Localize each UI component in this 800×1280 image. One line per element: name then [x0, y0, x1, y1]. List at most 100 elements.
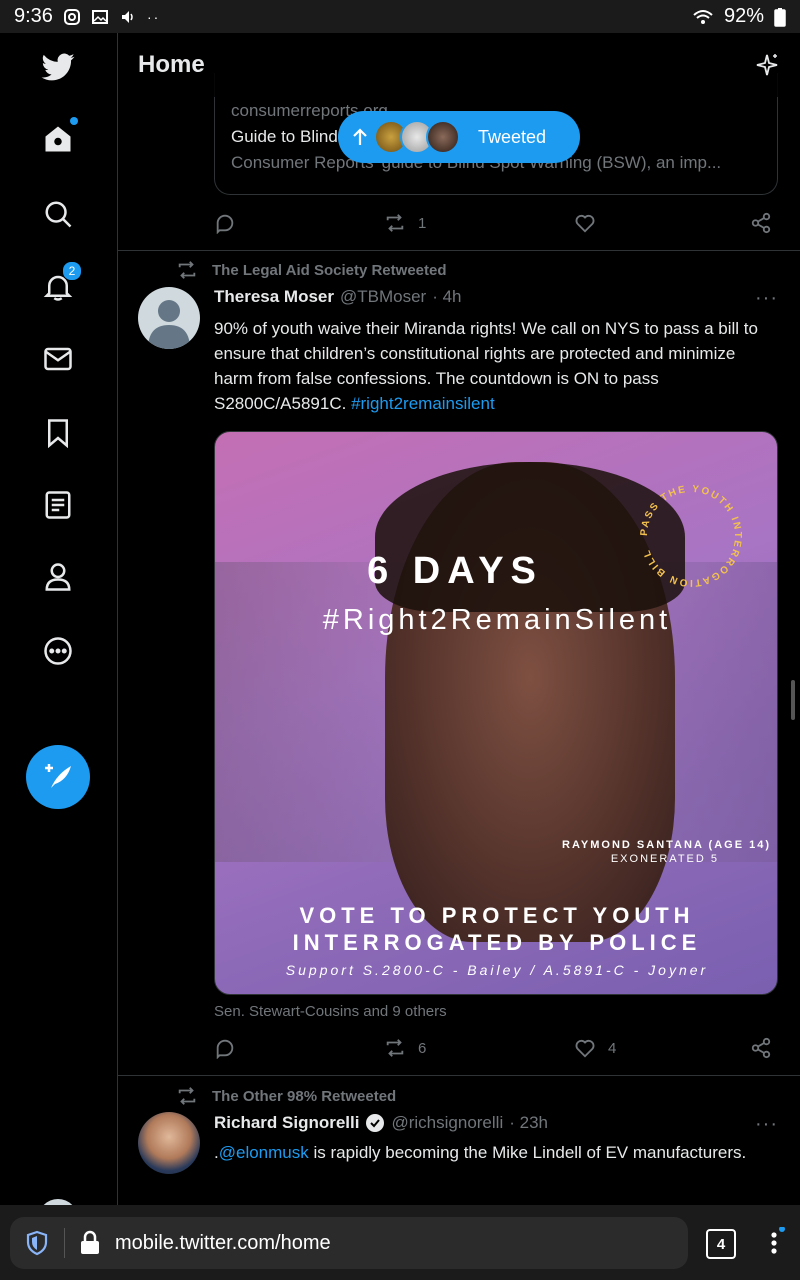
reply-button[interactable] — [214, 212, 384, 234]
default-avatar-icon — [148, 300, 190, 349]
twitter-logo-icon[interactable] — [34, 43, 82, 91]
wifi-icon — [693, 9, 713, 24]
browser-toolbar: mobile.twitter.com/home 4 — [0, 1205, 800, 1280]
share-button[interactable] — [750, 1037, 772, 1059]
retweet-count: 6 — [418, 1039, 427, 1057]
home-unread-dot — [70, 117, 78, 125]
arrow-up-icon — [353, 128, 367, 145]
home-nav-button[interactable] — [34, 115, 82, 163]
retweet-context[interactable]: The Other 98% Retweeted — [176, 1085, 396, 1107]
status-bar: 9:36 ·· 92% — [0, 0, 800, 33]
social-context[interactable]: Sen. Stewart-Cousins and 9 others — [214, 1003, 447, 1020]
author-name[interactable]: Richard Signorelli — [214, 1113, 359, 1133]
heart-icon — [575, 214, 595, 233]
lock-icon[interactable] — [79, 1230, 101, 1256]
pill-label: Tweeted — [478, 126, 547, 147]
retweet-context[interactable]: The Legal Aid Society Retweeted — [176, 259, 447, 281]
feather-plus-icon — [45, 764, 71, 788]
mention-link[interactable]: @elonmusk — [219, 1143, 309, 1162]
more-dots-icon: ·· — [146, 8, 161, 25]
shield-icon[interactable] — [24, 1230, 50, 1256]
retweeted-by-label: The Legal Aid Society Retweeted — [212, 261, 447, 279]
compose-tweet-button[interactable] — [26, 745, 90, 809]
media-hashtag: #Right2RemainSilent — [322, 604, 672, 636]
tab-switcher-button[interactable]: 4 — [706, 1229, 736, 1259]
circular-text-badge: PASS THE YOUTH INTERROGATION BILL — [639, 484, 743, 588]
retweet-button[interactable]: 1 — [384, 212, 574, 234]
more-options-button[interactable]: ··· — [755, 287, 778, 310]
list-icon — [45, 491, 71, 519]
kebab-menu-icon[interactable] — [766, 1227, 786, 1259]
reply-button[interactable] — [214, 1037, 384, 1059]
retweet-icon — [178, 261, 196, 279]
retweeted-by-label: The Other 98% Retweeted — [212, 1087, 397, 1105]
verified-badge-icon — [366, 1114, 385, 1132]
tweet-actions: 1 — [214, 208, 778, 238]
like-button[interactable]: 4 — [574, 1037, 750, 1059]
vote-line-1: VOTE TO PROTECT YOUTH — [299, 903, 695, 928]
page-title: Home — [138, 51, 205, 78]
retweet-icon — [178, 1087, 196, 1105]
author-name[interactable]: Theresa Moser — [214, 287, 334, 307]
pill-avatars — [374, 120, 460, 154]
like-count: 4 — [608, 1039, 617, 1057]
url-text[interactable]: mobile.twitter.com/home — [115, 1232, 331, 1255]
more-nav-button[interactable] — [34, 627, 82, 675]
more-circle-icon — [44, 637, 72, 665]
author-handle[interactable]: @TBMoser — [340, 287, 426, 307]
retweet-icon — [386, 1039, 404, 1057]
notifications-nav-button[interactable]: 2 — [34, 261, 82, 311]
home-icon — [45, 126, 71, 152]
clock: 9:36 — [14, 5, 53, 27]
timeline-header: Home — [118, 33, 800, 97]
circle-text: PASS THE YOUTH INTERROGATION BILL — [639, 484, 741, 588]
avatar[interactable] — [138, 287, 200, 349]
tweet-actions: 6 4 — [214, 1033, 778, 1063]
retweet-count: 1 — [418, 214, 427, 232]
bookmarks-nav-button[interactable] — [34, 409, 82, 457]
share-icon — [751, 212, 771, 234]
media-days: 6 DAYS — [367, 550, 543, 592]
more-options-button[interactable]: ··· — [755, 1113, 778, 1136]
gallery-icon — [91, 9, 108, 24]
address-bar[interactable]: mobile.twitter.com/home — [10, 1217, 688, 1269]
explore-nav-button[interactable] — [34, 190, 82, 238]
sidebar: 2 — [0, 33, 118, 1219]
subject-note: EXONERATED 5 — [610, 853, 719, 865]
sparkle-icon[interactable] — [754, 52, 780, 78]
like-button[interactable] — [574, 212, 750, 234]
tweet-header: Theresa Moser @TBMoser · 4h — [214, 287, 778, 307]
separator — [64, 1228, 65, 1258]
avatar — [426, 120, 460, 154]
reply-icon — [216, 1039, 234, 1059]
vote-text: VOTE TO PROTECT YOUTH INTERROGATED BY PO… — [215, 902, 777, 956]
reply-icon — [216, 214, 234, 234]
instagram-icon — [63, 8, 80, 25]
avatar[interactable] — [138, 1112, 200, 1174]
retweet-button[interactable]: 6 — [384, 1037, 574, 1059]
profile-nav-button[interactable] — [34, 553, 82, 601]
tweet-media-image[interactable]: 6 DAYS #Right2RemainSilent PASS THE YOUT… — [214, 431, 778, 995]
tweet-body: is rapidly becoming the Mike Lindell of … — [308, 1143, 747, 1162]
author-handle[interactable]: @richsignorelli — [391, 1113, 503, 1133]
vote-line-2: INTERROGATED BY POLICE — [292, 930, 702, 955]
share-button[interactable] — [750, 212, 772, 234]
notifications-badge: 2 — [62, 261, 82, 281]
retweet-icon — [386, 214, 404, 232]
svg-text:PASS THE YOUTH INTERROGATION B: PASS THE YOUTH INTERROGATION BILL — [639, 484, 743, 588]
lists-nav-button[interactable] — [34, 481, 82, 529]
hashtag-link[interactable]: #right2remainsilent — [351, 394, 495, 413]
messages-nav-button[interactable] — [34, 335, 82, 383]
timeline: Home consumerreports.org Guide to Blind … — [118, 33, 800, 1205]
tweet-time[interactable]: · 4h — [432, 287, 461, 307]
person-icon — [45, 563, 71, 591]
battery-percent: 92% — [723, 5, 764, 27]
scrollbar[interactable] — [791, 680, 795, 720]
search-icon — [45, 201, 72, 228]
new-tweets-pill[interactable]: Tweeted — [338, 111, 580, 163]
tweet-time[interactable]: · 23h — [509, 1113, 548, 1133]
bookmark-icon — [48, 419, 68, 448]
volume-icon — [121, 10, 133, 23]
divider — [118, 250, 800, 251]
subject-name: RAYMOND SANTANA (AGE 14) — [562, 839, 771, 851]
